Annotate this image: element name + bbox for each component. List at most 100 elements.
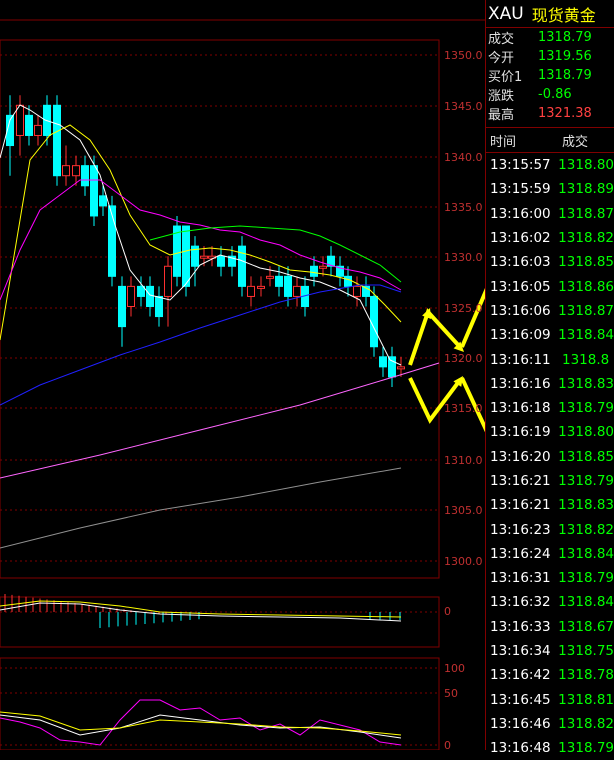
candle-body xyxy=(200,255,208,259)
candle-body xyxy=(164,265,172,297)
tick-price: 1318.85 xyxy=(558,254,614,271)
tick-price: 1318.81 xyxy=(558,691,614,708)
tick-time: 13:16:00 xyxy=(490,205,551,222)
candle-body xyxy=(182,225,190,287)
tick-time: 13:16:42 xyxy=(490,667,551,684)
macd-panel-frame xyxy=(0,596,440,648)
quote-header: XAU 现货黄金 xyxy=(486,0,614,28)
quote-row: 涨跌 -0.86 xyxy=(486,85,614,104)
tick-price: 1318.79 xyxy=(558,570,614,587)
candle-body xyxy=(275,275,283,287)
quote-label: 成交 xyxy=(488,32,515,47)
macd-zero-label: 0 xyxy=(444,605,451,618)
tick-price: 1318.82 xyxy=(558,715,614,732)
tick-row: 13:16:23 1318.82 xyxy=(486,517,614,541)
kdj-tick-label: 100 xyxy=(444,662,465,675)
tick-row: 13:16:03 1318.85 xyxy=(486,250,614,274)
candle-body xyxy=(266,275,274,279)
tick-row: 13:16:42 1318.78 xyxy=(486,663,614,687)
arrow-down-up xyxy=(460,377,485,433)
tick-time: 13:16:16 xyxy=(490,375,551,392)
quote-value: -0.86 xyxy=(538,87,572,102)
candle-body xyxy=(137,285,145,297)
quote-value: 1319.56 xyxy=(538,49,592,64)
ticks-header-time: 时间 xyxy=(490,134,517,150)
tick-time: 13:16:45 xyxy=(490,691,551,708)
tick-time: 13:16:03 xyxy=(490,254,551,271)
tick-list[interactable]: 13:15:57 1318.80 13:15:59 1318.89 13:16:00 13… xyxy=(486,153,614,760)
tick-price: 1318.84 xyxy=(558,327,614,344)
kline-chart[interactable]: 1350.0 1345.0 1340.0 1335.0 1330.0 1325.0 1320… xyxy=(0,0,485,750)
tick-row: 13:16:20 1318.85 xyxy=(486,445,614,469)
price-tick-label: 1300.0 xyxy=(444,555,483,568)
tick-price: 1318.79 xyxy=(558,473,614,489)
candle-body xyxy=(25,114,33,136)
price-tick-label: 1335.0 xyxy=(444,201,483,214)
tick-price: 1318.86 xyxy=(558,278,614,295)
tick-price: 1318.89 xyxy=(558,181,614,198)
tick-row: 13:16:11 1318.8 xyxy=(486,347,614,371)
tick-price: 1318.87 xyxy=(558,302,614,319)
candle-body xyxy=(370,295,378,348)
tick-time: 13:16:32 xyxy=(490,594,551,611)
tick-price: 1318.84 xyxy=(558,545,614,562)
tick-row: 13:15:57 1318.80 xyxy=(486,153,614,177)
price-tick-label: 1325.0 xyxy=(444,302,483,315)
candle-body xyxy=(90,165,98,217)
tick-time: 13:16:21 xyxy=(490,497,551,514)
kdj-tick-label: 0 xyxy=(444,739,451,750)
quote-label: 买价1 xyxy=(488,70,523,85)
tick-row: 13:16:32 1318.84 xyxy=(486,590,614,614)
quote-row: 成交 1318.79 xyxy=(486,28,614,47)
candle-body xyxy=(155,295,163,318)
tick-row: 13:16:31 1318.79 xyxy=(486,566,614,590)
tick-row: 13:16:48 1318.79 xyxy=(486,736,614,760)
price-tick-label: 1305.0 xyxy=(444,504,483,517)
tick-time: 13:16:09 xyxy=(490,327,551,344)
quote-stats: 成交 1318.79 今开 1319.56 买价1 1318.79 涨跌 -0.86 最高 132… xyxy=(486,28,614,123)
tick-row: 13:16:33 1318.67 xyxy=(486,615,614,639)
tick-time: 13:16:20 xyxy=(490,448,551,465)
kdj-tick-label: 50 xyxy=(444,687,458,700)
tick-time: 13:16:05 xyxy=(490,278,551,295)
tick-price: 1318.85 xyxy=(558,448,614,465)
arrow-head xyxy=(422,308,432,319)
price-tick-label: 1310.0 xyxy=(444,454,483,467)
kdj-k-line xyxy=(0,714,402,739)
tick-time: 13:16:46 xyxy=(490,715,551,732)
tick-price: 1318.75 xyxy=(558,643,614,660)
tick-row: 13:16:00 1318.87 xyxy=(486,202,614,226)
tick-row: 13:16:21 1318.83 xyxy=(486,493,614,517)
candle-body xyxy=(284,275,292,297)
candle-body xyxy=(257,285,265,289)
tick-time: 13:15:57 xyxy=(490,157,551,174)
quote-label: 今开 xyxy=(488,51,515,66)
candle-body xyxy=(127,285,135,308)
tick-row: 13:16:16 1318.83 xyxy=(486,372,614,396)
tick-time: 13:16:23 xyxy=(490,521,551,538)
ma-longer-line xyxy=(0,467,402,549)
tick-price: 1318.82 xyxy=(558,521,614,538)
tick-row: 13:16:05 1318.86 xyxy=(486,274,614,298)
tick-time: 13:16:33 xyxy=(490,618,551,635)
quote-row: 今开 1319.56 xyxy=(486,47,614,66)
tick-row: 13:16:21 1318.79 xyxy=(486,469,614,493)
quote-label: 涨跌 xyxy=(488,89,515,104)
tick-price: 1318.84 xyxy=(558,594,614,611)
ma-long-line xyxy=(0,362,440,479)
tick-price: 1318.83 xyxy=(558,375,614,392)
tick-time: 13:16:48 xyxy=(490,740,551,757)
tick-row: 13:16:02 1318.82 xyxy=(486,226,614,250)
tick-time: 13:16:21 xyxy=(490,473,551,489)
candle-body xyxy=(293,285,301,297)
tick-price: 1318.80 xyxy=(558,157,614,174)
quote-panel: XAU 现货黄金 成交 1318.79 今开 1319.56 买价1 1318.79 涨跌 -… xyxy=(485,0,614,756)
candle-body xyxy=(34,124,42,136)
price-axis: 1350.0 1345.0 1340.0 1335.0 1330.0 1325.0 1320… xyxy=(444,49,483,750)
tick-time: 13:16:24 xyxy=(490,545,551,562)
tick-price: 1318.79 xyxy=(558,400,614,417)
tick-row: 13:16:34 1318.75 xyxy=(486,639,614,663)
symbol-name: 现货黄金 xyxy=(531,5,596,25)
chart-canvas[interactable]: 1350.0 1345.0 1340.0 1335.0 1330.0 1325.0 1320… xyxy=(0,0,485,750)
candle-body xyxy=(118,285,126,328)
